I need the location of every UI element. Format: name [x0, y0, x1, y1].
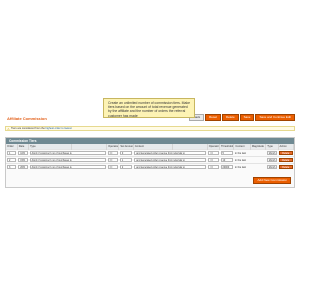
rate-input[interactable]: 10% — [18, 151, 28, 155]
operator-select-2[interactable]: == — [208, 165, 219, 169]
operator-select-2[interactable]: == — [208, 151, 219, 155]
set-amount-input[interactable]: 1 — [119, 158, 133, 162]
operator-select[interactable]: == — [107, 158, 118, 162]
unit-select[interactable]: Month — [266, 165, 278, 169]
content-select[interactable]: and generated order revenue from referra… — [134, 165, 207, 169]
delete-tier-button[interactable]: Delete — [279, 165, 293, 169]
content-text: in the last — [234, 165, 246, 169]
delete-button[interactable]: Delete — [221, 114, 239, 121]
operator-select[interactable]: == — [107, 151, 118, 155]
notice-link[interactable]: highest order to lowest — [46, 127, 72, 130]
set-amount-input[interactable]: 0 — [119, 151, 133, 155]
notice-text: Tiers are considered from the — [11, 127, 45, 130]
order-input[interactable]: 3 — [7, 165, 17, 169]
rate-input[interactable]: 20% — [18, 165, 28, 169]
type-select[interactable]: Apply if customer's no of purchases is — [29, 158, 106, 162]
operator-select[interactable]: == — [107, 165, 118, 169]
operator-select-2[interactable]: == — [208, 158, 219, 162]
order-input[interactable]: 2 — [7, 158, 17, 162]
content-text: in the last — [234, 151, 246, 155]
commission-tiers-table: Order Rate Type Operator Set Amount Cont… — [6, 144, 295, 170]
page-title: Affiliate Commission — [7, 116, 47, 121]
table-row: 3 20% Apply if customer's no of purchase… — [6, 163, 294, 170]
content-text: in the last — [234, 158, 246, 162]
delete-tier-button[interactable]: Delete — [279, 158, 293, 162]
commission-tiers-section: Commission Tiers Order Rate Type Operato… — [5, 137, 295, 188]
set-amount-input[interactable]: 2 — [119, 165, 133, 169]
table-row: 1 10% Apply if customer's no of purchase… — [6, 149, 294, 157]
add-commission-button[interactable]: Add New Commission — [253, 177, 291, 184]
action-buttons: Back Reset Delete Save Save and Continue… — [189, 114, 295, 121]
threshold-input[interactable]: 5 — [220, 151, 233, 155]
save-and-continue-button[interactable]: Save and Continue Edit — [255, 114, 295, 121]
notice-bar: ⚠ Tiers are considered from the highest … — [5, 126, 295, 131]
unit-select[interactable]: Month — [266, 151, 278, 155]
help-tooltip: Create an unlimited number of commission… — [103, 98, 195, 118]
unit-select[interactable]: Month — [266, 158, 278, 162]
delete-tier-button[interactable]: Delete — [279, 151, 293, 155]
type-select[interactable]: Apply if customer's no of purchases is — [29, 151, 106, 155]
threshold-input[interactable]: 20000 — [220, 165, 233, 169]
content-select[interactable]: and generated order revenue from referra… — [134, 158, 207, 162]
reset-button[interactable]: Reset — [205, 114, 221, 121]
content-select[interactable]: and generated order revenue from referra… — [134, 151, 207, 155]
table-row: 2 15% Apply if customer's no of purchase… — [6, 156, 294, 164]
warning-icon: ⚠ — [7, 127, 10, 131]
save-button[interactable]: Save — [239, 114, 255, 121]
order-input[interactable]: 1 — [7, 151, 17, 155]
type-select[interactable]: Apply if customer's no of purchases is — [29, 165, 106, 169]
rate-input[interactable]: 15% — [18, 158, 28, 162]
threshold-input[interactable]: 10 — [220, 158, 233, 162]
